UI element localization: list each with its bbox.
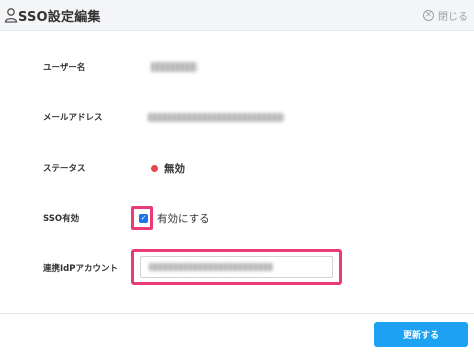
sso-enabled-checkbox-label[interactable]: 有効にする: [157, 211, 210, 226]
update-button[interactable]: 更新する: [374, 322, 468, 347]
idp-field-highlight: [131, 249, 342, 285]
username-label: ユーザー名: [43, 63, 86, 73]
username-value-redacted: [151, 62, 197, 72]
status-label: ステータス: [43, 164, 86, 174]
status-dot-icon: [151, 165, 158, 172]
close-circle-icon[interactable]: ✕: [423, 9, 434, 21]
email-value-redacted: [148, 113, 284, 122]
close-label[interactable]: 閉じる: [438, 8, 468, 23]
close-button[interactable]: ✕ 閉じる: [423, 7, 468, 23]
modal-footer: 更新する: [0, 313, 474, 353]
linked-idp-input[interactable]: [140, 256, 333, 278]
modal-title: SSO設定編集: [18, 10, 101, 25]
idp-value-redacted: [149, 263, 273, 271]
linked-idp-label: 連携IdPアカウント: [43, 264, 118, 274]
checkbox-highlight: ✓: [131, 206, 153, 230]
sso-enabled-checkbox[interactable]: ✓: [139, 214, 148, 223]
user-icon: [4, 8, 18, 23]
sso-enabled-label: SSO有効: [43, 214, 80, 224]
email-label: メールアドレス: [43, 113, 103, 123]
status-value: 無効: [164, 163, 185, 175]
modal-header: SSO設定編集 ✕ 閉じる: [0, 0, 474, 31]
status-indicator: 無効: [151, 161, 185, 176]
